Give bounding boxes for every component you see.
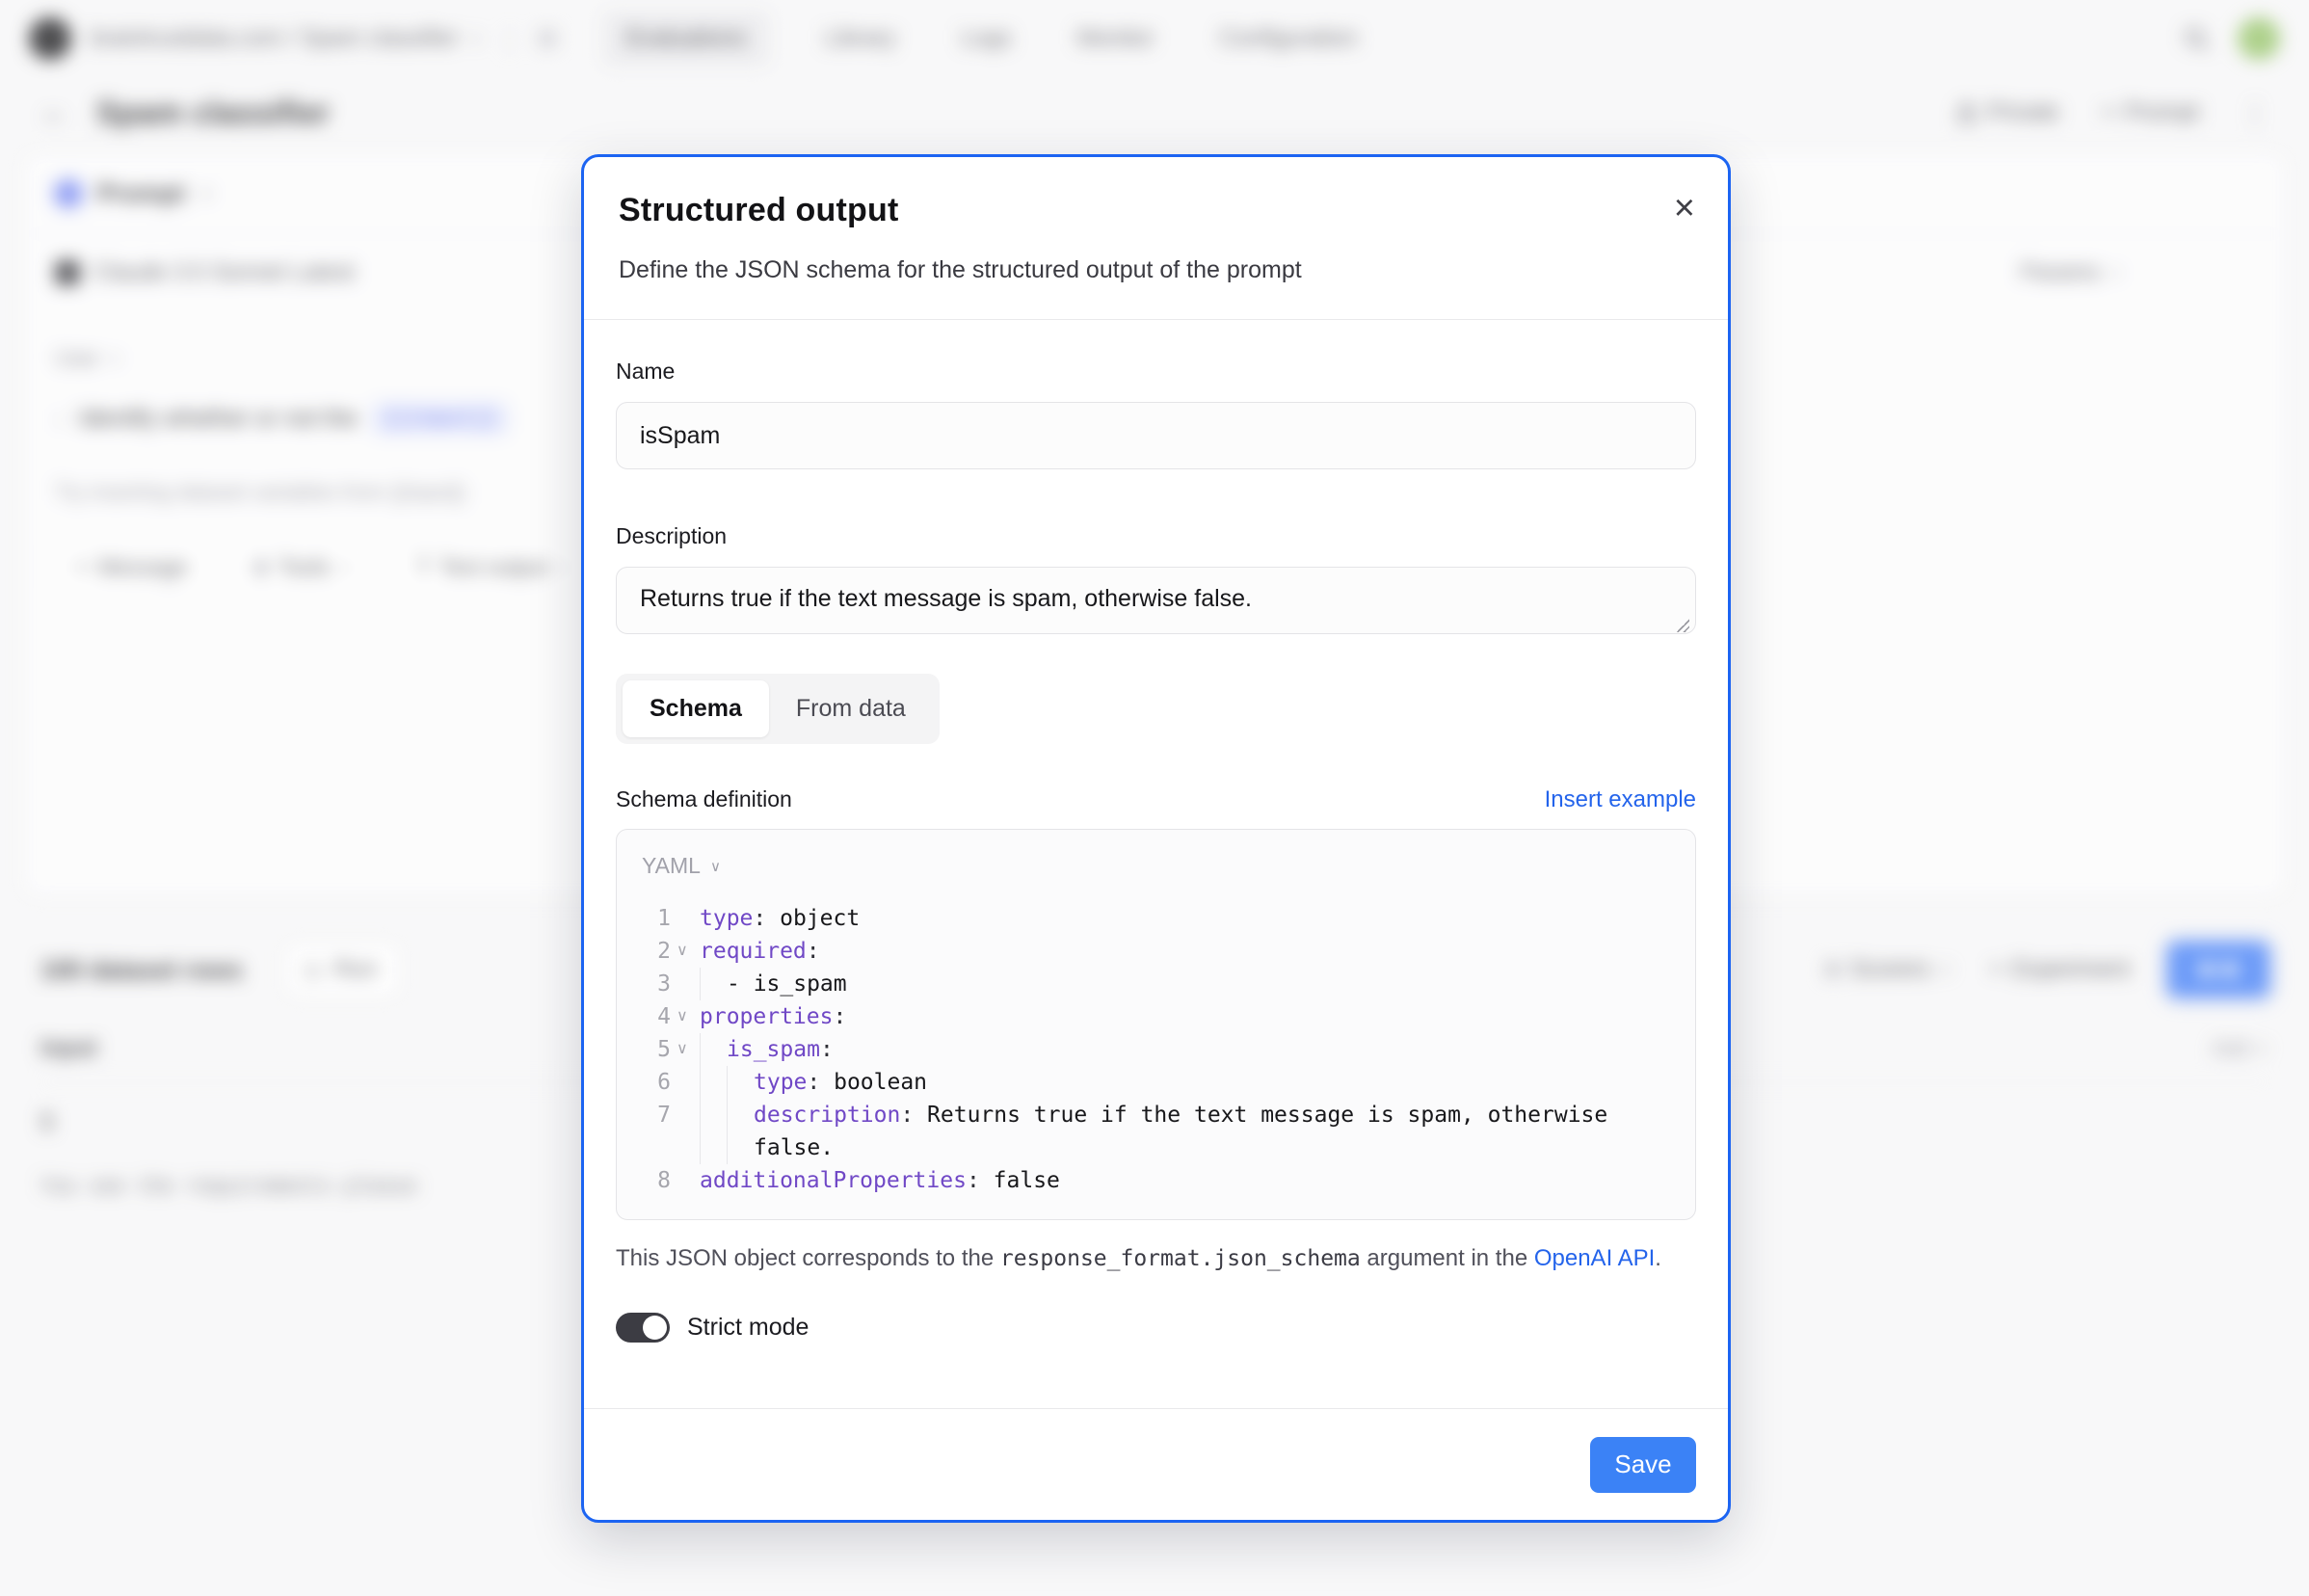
strict-mode-toggle[interactable] — [616, 1313, 670, 1343]
fold-chevron-icon[interactable]: ∨ — [671, 1000, 700, 1033]
schema-definition-row: Schema definition Insert example — [616, 786, 1696, 813]
footnote-code: response_format.json_schema — [1000, 1246, 1361, 1271]
fold-chevron-icon[interactable]: ∨ — [671, 1033, 700, 1066]
code-line: 7description: Returns true if the text m… — [642, 1099, 1670, 1164]
structured-output-modal: Structured output × Define the JSON sche… — [581, 154, 1731, 1523]
language-selector[interactable]: YAML ∨ — [642, 853, 1670, 879]
code-line: 8additionalProperties: false — [642, 1164, 1670, 1197]
description-input[interactable] — [616, 567, 1696, 634]
strict-mode-row: Strict mode — [616, 1313, 1696, 1343]
footnote-text: . — [1655, 1245, 1661, 1271]
schema-editor[interactable]: YAML ∨ 1type: object2∨required:3- is_spa… — [616, 829, 1696, 1220]
description-label: Description — [616, 523, 1696, 549]
save-button[interactable]: Save — [1590, 1437, 1696, 1493]
modal-body: Name Description SchemaFrom data Schema … — [584, 320, 1728, 1343]
modal-footer: Save — [584, 1408, 1728, 1520]
code-line: 5∨is_spam: — [642, 1033, 1670, 1066]
code-line: 6type: boolean — [642, 1066, 1670, 1099]
strict-mode-label: Strict mode — [687, 1314, 809, 1342]
language-label: YAML — [642, 853, 701, 879]
schema-source-tabs: SchemaFrom data — [616, 674, 940, 744]
resize-handle[interactable] — [1675, 618, 1689, 632]
schema-definition-label: Schema definition — [616, 786, 792, 812]
footnote-text: argument in the — [1361, 1245, 1534, 1271]
tab-schema[interactable]: Schema — [623, 680, 769, 737]
code-line: 3- is_spam — [642, 968, 1670, 1000]
code-line: 4∨properties: — [642, 1000, 1670, 1033]
modal-header: Structured output × Define the JSON sche… — [584, 157, 1728, 319]
footnote-text: This JSON object corresponds to the — [616, 1245, 1000, 1271]
tab-from-data[interactable]: From data — [769, 680, 933, 737]
openai-api-link[interactable]: OpenAI API — [1534, 1245, 1655, 1271]
fold-chevron-icon[interactable]: ∨ — [671, 935, 700, 968]
close-icon[interactable]: × — [1674, 190, 1695, 226]
code-block[interactable]: 1type: object2∨required:3- is_spam4∨prop… — [642, 902, 1670, 1197]
chevron-down-icon: ∨ — [710, 858, 721, 875]
name-label: Name — [616, 359, 1696, 385]
modal-subtitle: Define the JSON schema for the structure… — [619, 256, 1693, 319]
schema-footnote: This JSON object corresponds to the resp… — [616, 1241, 1696, 1276]
name-input[interactable] — [616, 402, 1696, 469]
modal-title: Structured output — [619, 192, 1693, 229]
toggle-knob — [643, 1316, 667, 1340]
code-line: 1type: object — [642, 902, 1670, 935]
code-line: 2∨required: — [642, 935, 1670, 968]
insert-example-link[interactable]: Insert example — [1545, 786, 1696, 813]
